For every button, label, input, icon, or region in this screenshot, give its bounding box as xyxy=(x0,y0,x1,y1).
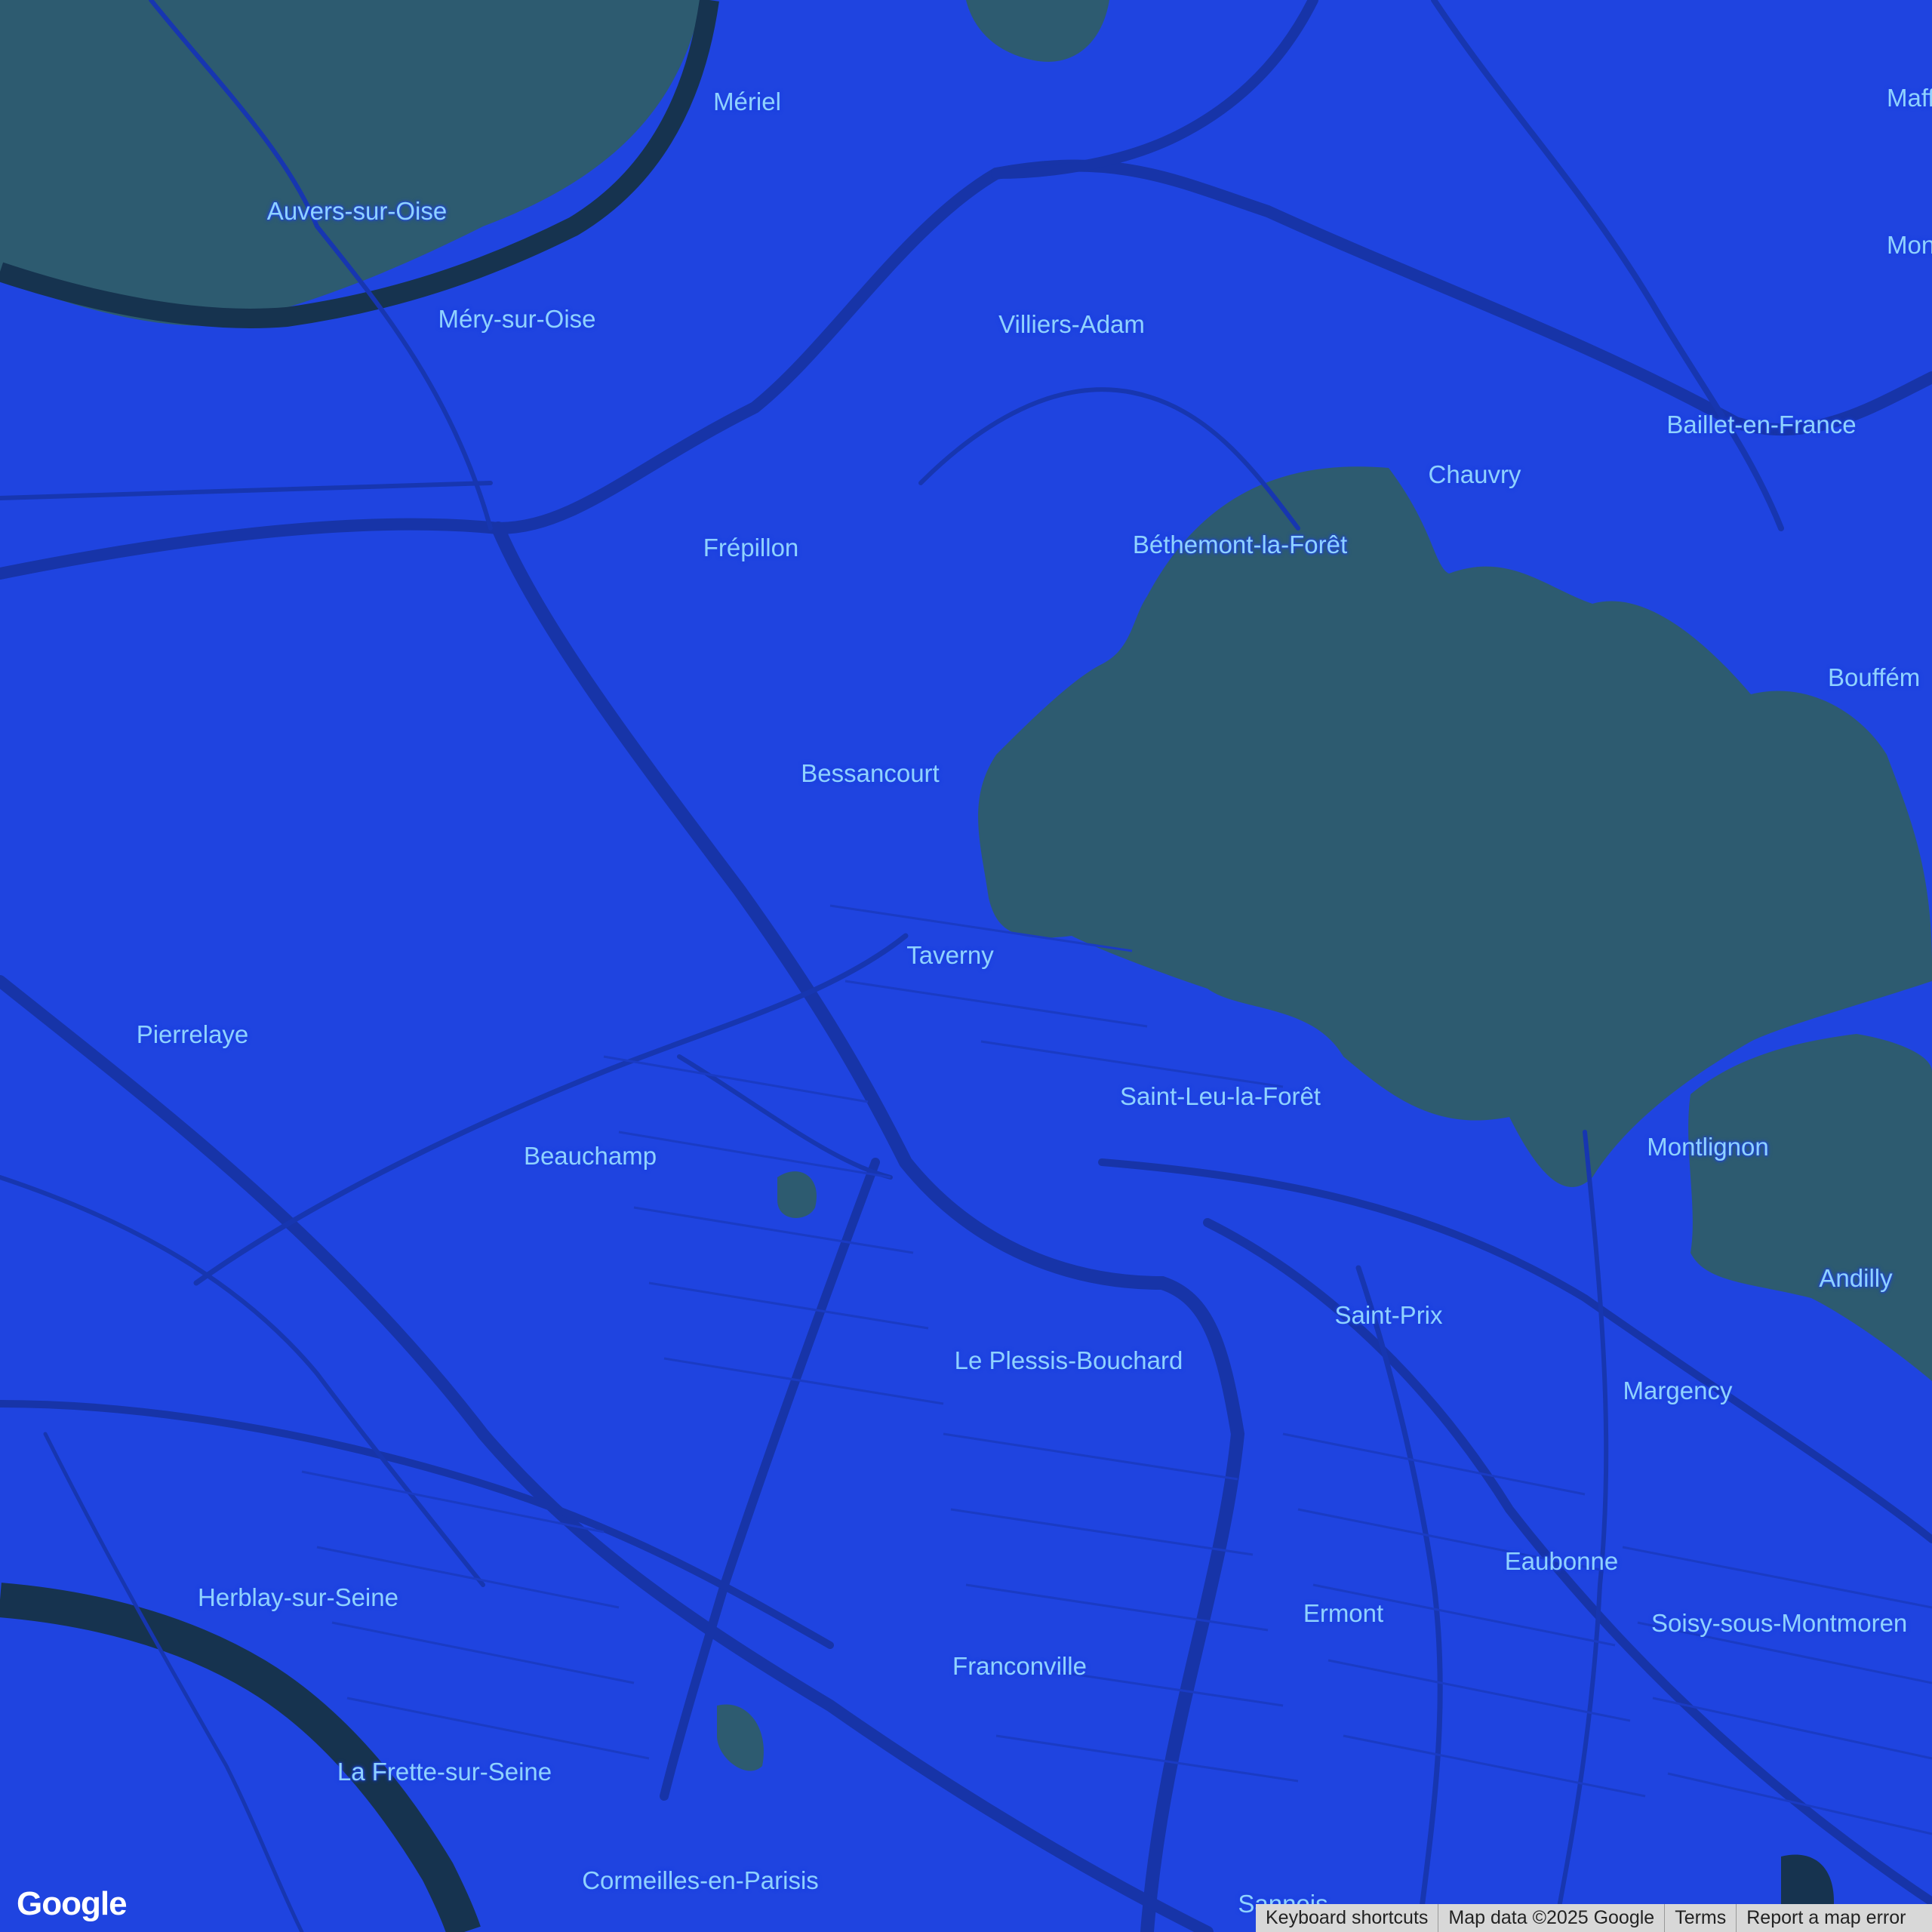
place-label-lafrette[interactable]: La Frette-sur-Seine xyxy=(337,1758,552,1786)
place-label-saintleu[interactable]: Saint-Leu-la-Forêt xyxy=(1120,1082,1321,1111)
place-label-ermont[interactable]: Ermont xyxy=(1303,1599,1383,1628)
place-label-margency[interactable]: Margency xyxy=(1623,1377,1733,1405)
place-label-taverny[interactable]: Taverny xyxy=(906,941,994,970)
place-label-meriel[interactable]: Mériel xyxy=(713,88,781,116)
keyboard-shortcuts-link[interactable]: Keyboard shortcuts xyxy=(1256,1904,1438,1932)
place-label-herblay[interactable]: Herblay-sur-Seine xyxy=(198,1583,398,1612)
attribution-bar: Keyboard shortcuts Map data ©2025 Google… xyxy=(1256,1904,1932,1932)
place-label-pierrelaye[interactable]: Pierrelaye xyxy=(137,1020,249,1049)
place-label-franconville[interactable]: Franconville xyxy=(952,1652,1087,1681)
place-label-montlignon[interactable]: Montlignon xyxy=(1647,1133,1768,1161)
place-label-villiers[interactable]: Villiers-Adam xyxy=(998,310,1145,339)
forest-nw-top xyxy=(966,0,1109,62)
place-label-bethemont[interactable]: Béthemont-la-Forêt xyxy=(1133,531,1347,559)
terms-link[interactable]: Terms xyxy=(1664,1904,1736,1932)
google-logo: Google xyxy=(17,1885,128,1922)
place-label-bouffem[interactable]: Bouffém xyxy=(1828,663,1920,692)
place-label-mafflier[interactable]: Mafflier xyxy=(1887,84,1932,112)
place-label-auvers[interactable]: Auvers-sur-Oise xyxy=(267,197,447,226)
map-data-attribution: Map data ©2025 Google xyxy=(1438,1904,1664,1932)
forest-andilly xyxy=(1688,1034,1932,1381)
place-label-soisy[interactable]: Soisy-sous-Montmoren xyxy=(1651,1609,1907,1638)
place-label-mery[interactable]: Méry-sur-Oise xyxy=(438,305,595,334)
place-label-bessancourt[interactable]: Bessancourt xyxy=(801,759,939,788)
forest-franconville xyxy=(717,1704,764,1771)
place-label-baillet[interactable]: Baillet-en-France xyxy=(1666,411,1856,439)
place-label-chauvry[interactable]: Chauvry xyxy=(1429,460,1521,489)
place-label-beauchamp[interactable]: Beauchamp xyxy=(524,1142,657,1171)
place-label-plessis[interactable]: Le Plessis-Bouchard xyxy=(955,1346,1183,1375)
place-label-cormeilles[interactable]: Cormeilles-en-Parisis xyxy=(582,1866,819,1895)
map-canvas[interactable]: Mériel Auvers-sur-Oise Méry-sur-Oise Vil… xyxy=(0,0,1932,1932)
place-label-andilly[interactable]: Andilly xyxy=(1819,1264,1892,1293)
report-map-error-link[interactable]: Report a map error xyxy=(1736,1904,1915,1932)
forest-oise-valley xyxy=(0,0,702,326)
place-label-mon[interactable]: Mon xyxy=(1887,231,1932,260)
place-label-eaubonne[interactable]: Eaubonne xyxy=(1505,1547,1618,1576)
forest-plessis xyxy=(777,1171,817,1218)
place-label-frepillon[interactable]: Frépillon xyxy=(703,534,799,562)
place-label-saintprix[interactable]: Saint-Prix xyxy=(1334,1301,1442,1330)
